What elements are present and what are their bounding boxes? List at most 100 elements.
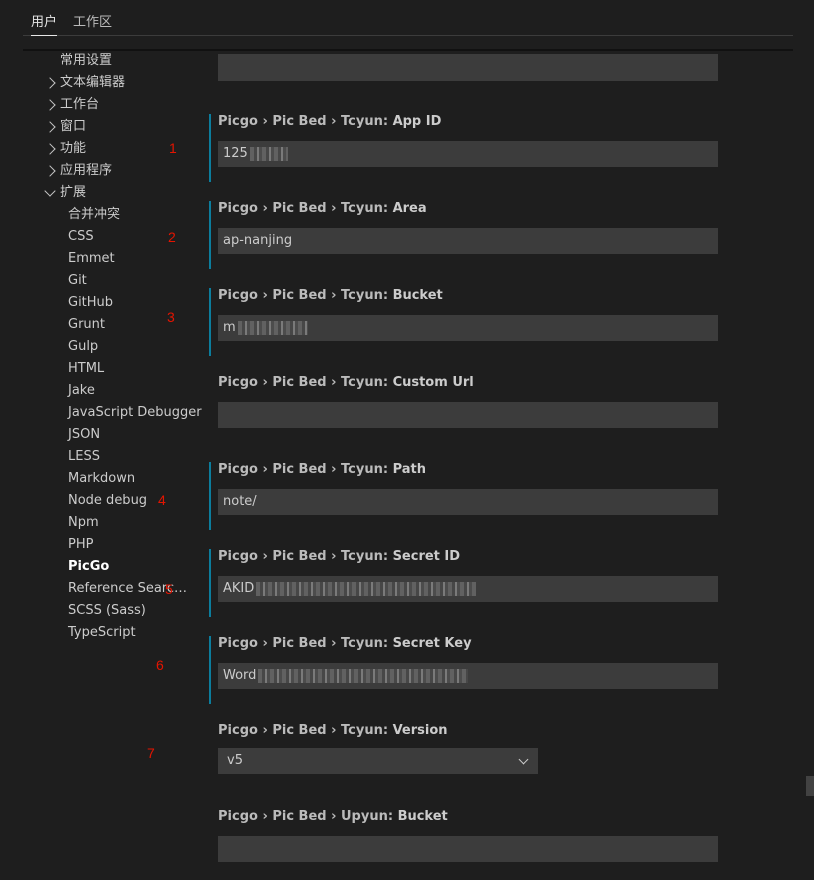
setting-input[interactable] (218, 402, 718, 428)
toc-item[interactable]: SCSS (Sass) (68, 600, 146, 622)
input-value: note/ (223, 494, 257, 509)
setting-input[interactable]: m (218, 315, 718, 341)
setting-name: Secret Key (392, 636, 472, 651)
tab-user[interactable]: 用户 (31, 11, 58, 36)
setting-input[interactable]: Word (218, 663, 718, 689)
toc-item[interactable]: HTML (68, 358, 104, 380)
input-value: 125 (223, 146, 248, 161)
redacted-text (249, 146, 288, 161)
setting-title: Picgo › Pic Bed › Tcyun: Path (218, 462, 426, 477)
setting-item: Picgo › Pic Bed › Tcyun: App ID 125 (209, 114, 729, 182)
setting-category: Picgo › Pic Bed › Tcyun: (218, 375, 393, 390)
toc-item[interactable]: Npm (68, 512, 99, 534)
toc-item[interactable]: JSON (68, 424, 100, 446)
setting-item: Picgo › Pic Bed › Tcyun: Area ap-nanjing (209, 201, 729, 269)
select-value: v5 (227, 753, 243, 768)
toc-item[interactable]: Grunt (68, 314, 105, 336)
setting-item: Picgo › Pic Bed › Tcyun: Secret ID AKID (209, 549, 729, 617)
toc-item[interactable]: 窗口 (60, 116, 86, 138)
setting-name: Custom Url (392, 375, 474, 390)
setting-item: Picgo › Pic Bed › Tcyun: Version v5 (211, 723, 731, 791)
toc-item[interactable]: TypeScript (68, 622, 136, 644)
toc-item[interactable]: 功能 (60, 138, 86, 160)
setting-name: Bucket (397, 809, 448, 824)
version-select[interactable]: v5 (218, 748, 538, 774)
toc-item[interactable]: PicGo (68, 556, 109, 578)
redacted-text (237, 320, 308, 335)
chevron-right-icon[interactable] (44, 143, 56, 155)
setting-input[interactable]: ap-nanjing (218, 228, 718, 254)
toc-item[interactable]: 文本编辑器 (60, 72, 125, 94)
setting-item: Picgo › Pic Bed › Tcyun: Path note/ (209, 462, 729, 530)
setting-input[interactable] (218, 836, 718, 862)
setting-name: Path (392, 462, 426, 477)
setting-item: Picgo › Pic Bed › Tcyun: Bucket m (209, 288, 729, 356)
toc-item[interactable]: Reference Search View (68, 578, 192, 600)
redacted-text (256, 581, 477, 596)
toc-item[interactable]: Git (68, 270, 87, 292)
toc-item[interactable]: 合并冲突 (68, 204, 120, 226)
chevron-down-icon[interactable] (44, 185, 56, 197)
setting-name: App ID (392, 114, 442, 129)
setting-category: Picgo › Pic Bed › Upyun: (218, 809, 398, 824)
toc-item[interactable]: CSS (68, 226, 94, 248)
annotation-number: 7 (147, 745, 155, 761)
setting-name: Version (392, 723, 448, 738)
toc-item[interactable]: Emmet (68, 248, 115, 270)
setting-category: Picgo › Pic Bed › Tcyun: (218, 549, 393, 564)
setting-title: Picgo › Pic Bed › Tcyun: App ID (218, 114, 441, 129)
setting-item: Picgo › Pic Bed › Tcyun: Custom Url (211, 375, 731, 443)
annotation-number: 2 (168, 229, 176, 245)
tab-workspace[interactable]: 工作区 (73, 11, 112, 36)
toc-item[interactable]: 工作台 (60, 94, 99, 116)
toc-item[interactable]: Markdown (68, 468, 135, 490)
setting-name: Bucket (392, 288, 443, 303)
setting-title: Picgo › Pic Bed › Tcyun: Area (218, 201, 427, 216)
setting-category: Picgo › Pic Bed › Tcyun: (218, 636, 393, 651)
header-divider (23, 49, 793, 51)
setting-category: Picgo › Pic Bed › Tcyun: (218, 201, 393, 216)
input-value: m (223, 320, 236, 335)
setting-title: Picgo › Pic Bed › Tcyun: Secret Key (218, 636, 472, 651)
setting-title: Picgo › Pic Bed › Tcyun: Bucket (218, 288, 443, 303)
toc-item[interactable]: Gulp (68, 336, 98, 358)
toc-item[interactable]: PHP (68, 534, 93, 556)
toc-item[interactable]: LESS (68, 446, 100, 468)
annotation-number: 6 (156, 657, 164, 673)
chevron-down-icon (518, 754, 529, 765)
annotation-number: 1 (169, 140, 177, 156)
toc-item[interactable]: Node debug (68, 490, 147, 512)
toc-item[interactable]: 扩展 (60, 182, 86, 204)
toc-item[interactable]: 应用程序 (60, 160, 112, 182)
input-value: AKID (223, 581, 255, 596)
annotation-number: 5 (165, 581, 173, 597)
setting-category: Picgo › Pic Bed › Tcyun: (218, 288, 393, 303)
setting-title: Picgo › Pic Bed › Tcyun: Version (218, 723, 448, 738)
scrollbar-thumb[interactable] (806, 776, 814, 796)
setting-name: Area (392, 201, 427, 216)
setting-input[interactable]: AKID (218, 576, 718, 602)
setting-name: Secret ID (392, 549, 461, 564)
setting-category: Picgo › Pic Bed › Tcyun: (218, 114, 393, 129)
chevron-right-icon[interactable] (44, 121, 56, 133)
input-value: ap-nanjing (223, 233, 293, 248)
settings-scope-tabs: 用户 工作区 (23, 0, 793, 36)
setting-category: Picgo › Pic Bed › Tcyun: (218, 462, 393, 477)
setting-input[interactable]: 125 (218, 141, 718, 167)
toc-item[interactable]: 常用设置 (60, 50, 112, 72)
setting-title: Picgo › Pic Bed › Upyun: Bucket (218, 809, 448, 824)
chevron-right-icon[interactable] (44, 77, 56, 89)
chevron-right-icon[interactable] (44, 165, 56, 177)
setting-title: Picgo › Pic Bed › Tcyun: Custom Url (218, 375, 474, 390)
settings-editor: 用户 工作区 常用设置 文本编辑器 工作台 窗口 功能 应用程序 扩展 合并冲突 CSS Emme… (0, 0, 814, 880)
setting-title: Picgo › Pic Bed › Tcyun: Secret ID (218, 549, 460, 564)
toc-item[interactable]: JavaScript Debugger (68, 402, 202, 424)
chevron-right-icon[interactable] (44, 99, 56, 111)
setting-input[interactable]: note/ (218, 489, 718, 515)
setting-category: Picgo › Pic Bed › Tcyun: (218, 723, 393, 738)
annotation-number: 3 (167, 309, 175, 325)
input-value: Word (223, 668, 257, 683)
previous-setting-input[interactable] (218, 54, 718, 81)
toc-item[interactable]: Jake (68, 380, 95, 402)
toc-item[interactable]: GitHub (68, 292, 113, 314)
